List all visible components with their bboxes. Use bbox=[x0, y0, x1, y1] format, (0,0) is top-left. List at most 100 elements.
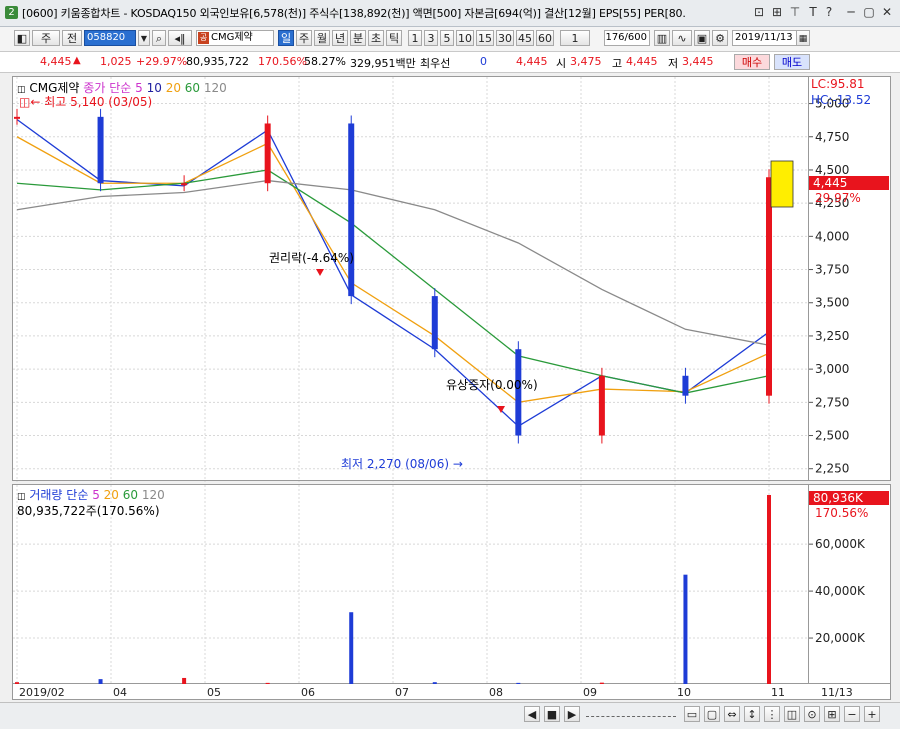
event-capital-note: 유상증자(0.00%) bbox=[446, 378, 538, 392]
price-tick-label: 4,750 bbox=[815, 130, 849, 144]
stock-name-field[interactable]: CMG제약 bbox=[196, 30, 274, 46]
candle-body bbox=[264, 123, 271, 184]
layout-icon[interactable]: ⊡ bbox=[752, 5, 766, 19]
candle-body bbox=[348, 123, 355, 297]
volume-chart[interactable]: ◫ 거래량 단순 5 20 60 120 80,935,722주(170.56%… bbox=[12, 484, 810, 685]
last-pct-tag: 29.97% bbox=[815, 191, 861, 205]
price-tick-label: 2,500 bbox=[815, 429, 849, 443]
save-icon[interactable]: ▣ bbox=[694, 30, 710, 46]
calendar-icon[interactable]: ▦ bbox=[796, 30, 810, 46]
low-arrow-icon: → bbox=[452, 457, 463, 471]
buy-button[interactable]: 매수 bbox=[734, 54, 770, 70]
tab-tick[interactable]: 틱 bbox=[386, 30, 402, 46]
price-chart[interactable]: ◫ CMG제약 종가 단순 5 10 20 60 120 ◫← 최고 5,140… bbox=[12, 76, 810, 482]
indicator-icon[interactable]: ∿ bbox=[672, 30, 692, 46]
bottom-bar: ◀ ■ ▶ ▭ ▢ ⇔ ↕ ⋮ ◫ ⊙ ⊞ − + bbox=[0, 702, 900, 729]
candle-body bbox=[14, 116, 20, 119]
zoom-in-icon[interactable]: + bbox=[864, 706, 880, 722]
price-tick-label: 4,000 bbox=[815, 229, 849, 243]
interval-15[interactable]: 15 bbox=[476, 30, 494, 46]
tool-icon-4[interactable]: ↕ bbox=[744, 706, 760, 722]
sell-button[interactable]: 매도 bbox=[774, 54, 810, 70]
high-label: 고 bbox=[612, 57, 623, 70]
zoom-out-icon[interactable]: − bbox=[844, 706, 860, 722]
x-tick-label: 06 bbox=[301, 686, 315, 699]
interval-45[interactable]: 45 bbox=[516, 30, 534, 46]
tab-day[interactable]: 일 bbox=[278, 30, 294, 46]
x-tick-label: 05 bbox=[207, 686, 221, 699]
volume-legend: ◫ 거래량 단순 5 20 60 120 bbox=[17, 486, 165, 503]
scroll-slider[interactable] bbox=[586, 710, 676, 717]
x-axis: 2019/02 04 05 06 07 08 09 10 11 11/13 bbox=[12, 684, 891, 700]
tile-icon[interactable]: ⊞ bbox=[770, 5, 784, 19]
ma60-legend: 60 bbox=[184, 81, 201, 95]
tool-icon-7[interactable]: ⊙ bbox=[804, 706, 820, 722]
tab-year[interactable]: 년 bbox=[332, 30, 348, 46]
tab-week[interactable]: 주 bbox=[296, 30, 312, 46]
prev-icon[interactable]: ◀ bbox=[524, 706, 540, 722]
tool-icon-8[interactable]: ⊞ bbox=[824, 706, 840, 722]
gear-icon[interactable]: ⚙ bbox=[712, 30, 728, 46]
volume-value-label: 80,935,722주(170.56%) bbox=[17, 504, 160, 518]
interval-60[interactable]: 60 bbox=[536, 30, 554, 46]
vol-tick-label: 60,000K bbox=[815, 537, 866, 551]
tab-second[interactable]: 초 bbox=[368, 30, 384, 46]
trade-amount: 329,951백만 bbox=[350, 57, 416, 70]
highlight-box bbox=[770, 160, 794, 208]
price-tick-label: 3,500 bbox=[815, 296, 849, 310]
search-icon[interactable]: ⌕ bbox=[152, 30, 166, 46]
candle-body bbox=[431, 296, 438, 350]
pin-icon[interactable]: ⊤ bbox=[788, 5, 802, 19]
tool-icon-5[interactable]: ⋮ bbox=[764, 706, 780, 722]
bar-chart-icon[interactable]: ▥ bbox=[654, 30, 670, 46]
x-tick-label: 11/13 bbox=[821, 686, 853, 699]
price-tick-label: 2,750 bbox=[815, 395, 849, 409]
candle-body bbox=[766, 177, 772, 396]
stop-icon[interactable]: ■ bbox=[544, 706, 560, 722]
help-icon[interactable]: ? bbox=[822, 5, 836, 19]
period-select[interactable]: 주 bbox=[32, 30, 60, 46]
x-tick-label: 07 bbox=[395, 686, 409, 699]
count-field[interactable]: 176/600 bbox=[604, 30, 650, 46]
interval-3[interactable]: 3 bbox=[424, 30, 438, 46]
vol-tick-label: 20,000K bbox=[815, 631, 866, 645]
close-icon[interactable]: ✕ bbox=[876, 4, 898, 20]
tab-minute[interactable]: 분 bbox=[350, 30, 366, 46]
high-arrow-icon: ◫← bbox=[19, 95, 41, 109]
tool-icon-2[interactable]: ▢ bbox=[704, 706, 720, 722]
volume-ratio: 58.27% bbox=[304, 55, 346, 68]
lc-value: LC:95.81 bbox=[811, 77, 865, 91]
candle-body bbox=[682, 375, 689, 396]
price-axis: 2,250 2,500 2,750 3,000 3,250 3,500 3,750 4,000… bbox=[809, 76, 891, 481]
low-value: 3,445 bbox=[682, 55, 714, 68]
interval-30[interactable]: 30 bbox=[496, 30, 514, 46]
chart-type-icon[interactable]: ◧ bbox=[14, 30, 30, 46]
code-dropdown-icon[interactable]: ▼ bbox=[138, 30, 150, 46]
date-field[interactable]: 2019/11/13 bbox=[732, 30, 804, 46]
vol-ma5-legend: 5 bbox=[92, 488, 100, 502]
volume-percent: 170.56% bbox=[258, 55, 307, 68]
event-rights-arrow bbox=[316, 269, 324, 276]
price-tick-label: 2,250 bbox=[815, 462, 849, 476]
price-tick-label: 3,000 bbox=[815, 362, 849, 376]
interval-1[interactable]: 1 bbox=[408, 30, 422, 46]
prev-button[interactable]: 전 bbox=[62, 30, 82, 46]
text-icon[interactable]: T bbox=[806, 5, 820, 19]
x-tick-label: 2019/02 bbox=[19, 686, 65, 699]
tool-icon-6[interactable]: ◫ bbox=[784, 706, 800, 722]
volume-bar bbox=[683, 574, 688, 685]
ma120-legend: 120 bbox=[203, 81, 227, 95]
tool-icon-3[interactable]: ⇔ bbox=[724, 706, 740, 722]
interval-5[interactable]: 5 bbox=[440, 30, 454, 46]
tool-icon-1[interactable]: ▭ bbox=[684, 706, 700, 722]
sound-icon[interactable]: ◂‖ bbox=[168, 30, 192, 46]
stock-code-input[interactable]: 058820 bbox=[84, 30, 136, 46]
volume-value: 80,935,722 bbox=[186, 55, 249, 68]
interval-10[interactable]: 10 bbox=[456, 30, 474, 46]
multiplier-select[interactable]: 1 bbox=[560, 30, 590, 46]
current-price-2: 4,445 bbox=[516, 55, 548, 68]
tab-month[interactable]: 월 bbox=[314, 30, 330, 46]
low-note: 최저 2,270 (08/06) → bbox=[341, 455, 463, 472]
next-icon[interactable]: ▶ bbox=[564, 706, 580, 722]
low-note-text: 최저 2,270 (08/06) bbox=[341, 457, 450, 471]
